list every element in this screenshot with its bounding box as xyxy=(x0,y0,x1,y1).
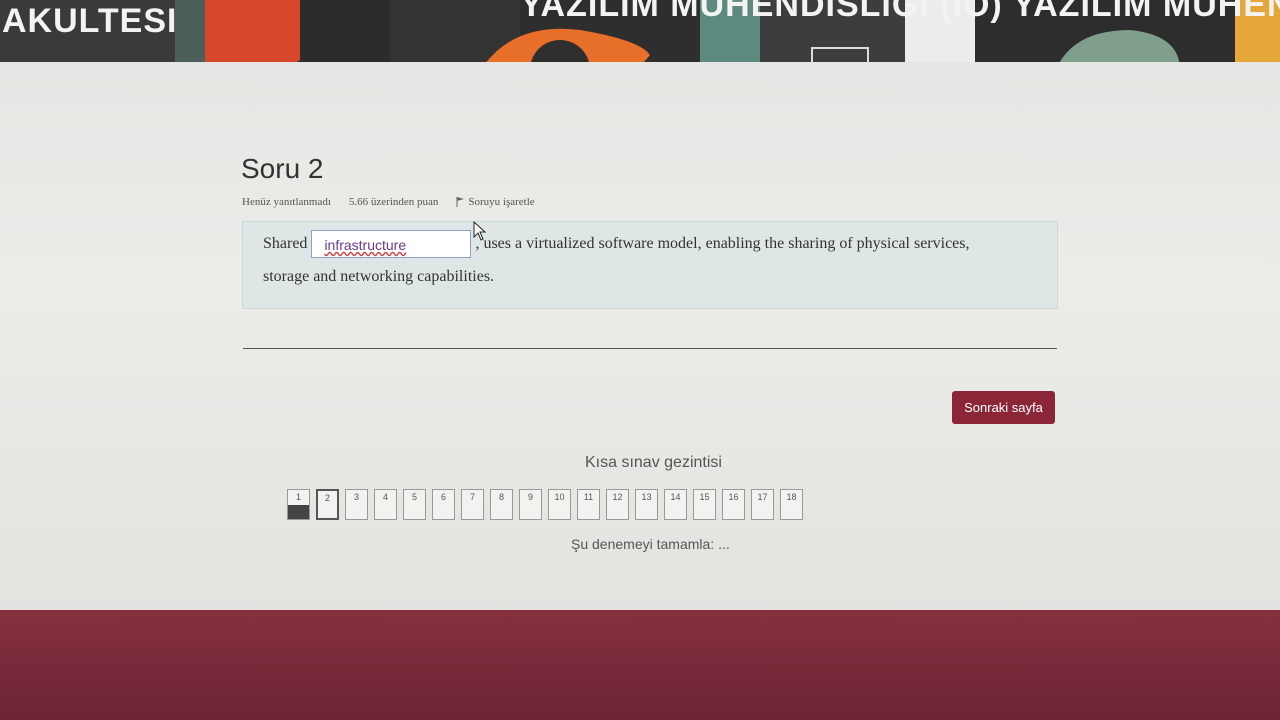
quiz-nav-item[interactable]: 16 xyxy=(722,489,745,520)
quiz-nav-item[interactable]: 15 xyxy=(693,489,716,520)
quiz-nav-number: 13 xyxy=(641,492,652,502)
question-text-line2: storage and networking capabilities. xyxy=(263,268,495,285)
quiz-nav-item[interactable]: 2 xyxy=(316,489,339,520)
quiz-navigation-grid: 1 2 3 4 5 6 7 8 9 10 11 12 13 14 15 16 17 18 xyxy=(287,489,803,520)
flag-question-link[interactable]: Soruyu işaretle xyxy=(456,196,535,208)
quiz-nav-item[interactable]: 13 xyxy=(635,489,658,520)
quiz-nav-number: 6 xyxy=(440,492,446,502)
quiz-nav-number: 3 xyxy=(353,492,359,502)
answer-input[interactable]: infrastructure xyxy=(311,230,472,258)
next-page-button[interactable]: Sonraki sayfa xyxy=(952,391,1055,424)
question-points: 5.66 üzerinden puan xyxy=(348,196,439,208)
quiz-nav-item[interactable]: 4 xyxy=(374,489,397,520)
quiz-nav-number: 1 xyxy=(295,492,301,502)
question-text-box: Shared infrastructure , uses a virtualiz… xyxy=(242,221,1058,309)
quiz-nav-item[interactable]: 18 xyxy=(780,489,803,520)
quiz-nav-number: 16 xyxy=(728,492,739,502)
quiz-nav-number: 17 xyxy=(757,492,768,502)
quiz-nav-item[interactable]: 1 xyxy=(287,489,310,520)
quiz-nav-item[interactable]: 6 xyxy=(432,489,455,520)
quiz-nav-number: 10 xyxy=(554,492,565,502)
quiz-nav-number: 2 xyxy=(324,493,330,503)
quiz-nav-item[interactable]: 17 xyxy=(751,489,774,520)
quiz-nav-number: 11 xyxy=(583,492,594,502)
question-text-before: Shared xyxy=(263,235,308,252)
question-text-after: , uses a virtualized software model, ena… xyxy=(475,235,970,252)
quiz-nav-item[interactable]: 7 xyxy=(461,489,484,520)
quiz-nav-number: 9 xyxy=(527,492,533,502)
quiz-nav-number: 15 xyxy=(699,492,710,502)
question-info: Henüz yanıtlanmadı 5.66 üzerinden puan S… xyxy=(242,196,535,208)
quiz-nav-item[interactable]: 10 xyxy=(548,489,571,520)
quiz-nav-item[interactable]: 11 xyxy=(577,489,600,520)
quiz-nav-number: 5 xyxy=(411,492,417,502)
section-divider xyxy=(243,348,1057,349)
flag-question-label: Soruyu işaretle xyxy=(468,196,535,208)
banner-faculty-text: AKULTESI xyxy=(2,2,178,40)
quiz-nav-number: 7 xyxy=(469,492,475,502)
flag-icon xyxy=(456,197,465,207)
quiz-nav-item[interactable]: 12 xyxy=(606,489,629,520)
finish-attempt-link[interactable]: Şu denemeyi tamamla: ... xyxy=(571,536,730,552)
banner-department-text: YAZILIM MÜHENDİSLİĞİ (İÖ) YAZILIM MÜHEND… xyxy=(520,0,1280,24)
quiz-nav-number: 14 xyxy=(670,492,681,502)
question-title: Soru 2 xyxy=(241,153,324,184)
quiz-navigation-title: Kısa sınav gezintisi xyxy=(585,454,722,471)
quiz-nav-number: 12 xyxy=(612,492,623,502)
quiz-nav-number: 8 xyxy=(498,492,504,502)
quiz-nav-number: 4 xyxy=(382,492,388,502)
answered-indicator xyxy=(288,504,309,519)
quiz-nav-item[interactable]: 8 xyxy=(490,489,513,520)
quiz-nav-number: 18 xyxy=(786,492,797,502)
mouse-cursor-icon xyxy=(473,221,487,241)
quiz-nav-item[interactable]: 9 xyxy=(519,489,542,520)
question-status: Henüz yanıtlanmadı xyxy=(242,196,331,208)
quiz-nav-item[interactable]: 5 xyxy=(403,489,426,520)
quiz-nav-item[interactable]: 3 xyxy=(345,489,368,520)
quiz-nav-item[interactable]: 14 xyxy=(664,489,687,520)
footer-bar xyxy=(0,610,1280,720)
